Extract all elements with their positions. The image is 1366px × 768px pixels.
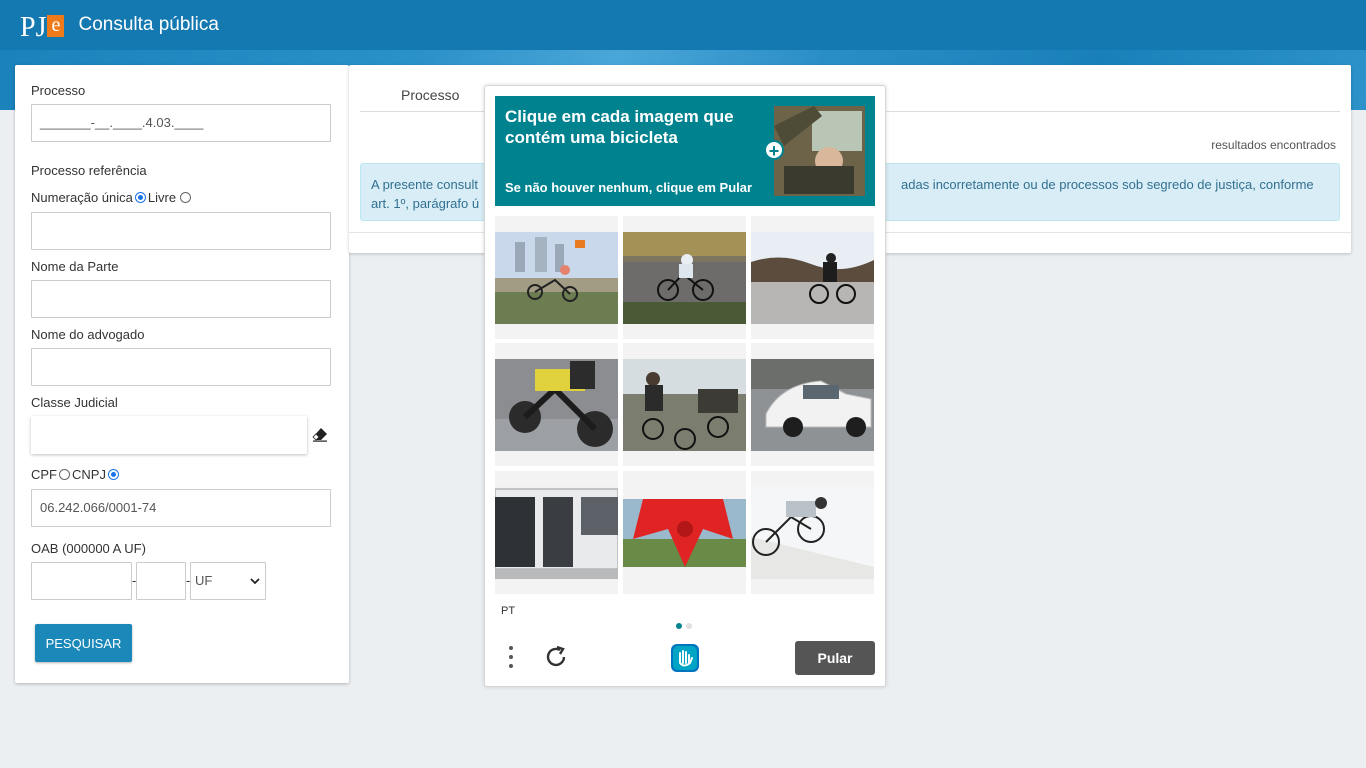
language-selector[interactable]: PT bbox=[501, 605, 515, 617]
eraser-icon[interactable] bbox=[312, 426, 328, 442]
captcha-example-image[interactable]: + bbox=[764, 106, 865, 196]
captcha-tile[interactable] bbox=[495, 471, 618, 594]
captcha-tile[interactable] bbox=[751, 343, 874, 466]
info-text-right: adas incorretamente ou de processos sob … bbox=[901, 177, 1314, 192]
captcha-prompt: Clique em cada imagem que contém uma bic… bbox=[505, 107, 734, 147]
example-picture bbox=[774, 106, 865, 196]
top-bar: PJ e Consulta pública bbox=[0, 0, 1366, 50]
refresh-icon[interactable] bbox=[543, 644, 569, 670]
logo-text: PJ bbox=[20, 12, 47, 43]
page-dot-active bbox=[676, 623, 682, 629]
captcha-hint: Se não houver nenhum, clique em Pular bbox=[505, 180, 753, 195]
captcha-header: Clique em cada imagem que contém uma bic… bbox=[495, 96, 875, 206]
tile-image bbox=[623, 499, 746, 567]
oab-label: OAB (000000 A UF) bbox=[31, 541, 146, 556]
oab-number-input[interactable] bbox=[31, 562, 132, 600]
tile-image bbox=[751, 487, 874, 579]
classe-label: Classe Judicial bbox=[31, 395, 118, 410]
cpf-label: CPF bbox=[31, 467, 57, 482]
cnpj-label: CNPJ bbox=[72, 467, 106, 482]
chevron-down-icon bbox=[250, 578, 260, 585]
tile-image bbox=[623, 232, 746, 324]
results-count: resultados encontrados bbox=[1211, 138, 1336, 152]
uf-selected-value: UF bbox=[195, 573, 213, 588]
logo-e: e bbox=[47, 15, 65, 37]
captcha-tile[interactable] bbox=[623, 471, 746, 594]
search-button[interactable]: PESQUISAR bbox=[35, 624, 132, 662]
doc-type-radio-group: CPF CNPJ bbox=[31, 467, 121, 482]
app-title: Consulta pública bbox=[78, 14, 219, 35]
tab-processo[interactable]: Processo bbox=[401, 87, 459, 103]
livre-label: Livre bbox=[147, 190, 177, 205]
tile-image bbox=[495, 487, 618, 579]
tile-image bbox=[751, 232, 874, 324]
nome-parte-label: Nome da Parte bbox=[31, 259, 119, 274]
livre-radio[interactable] bbox=[180, 192, 192, 203]
plus-icon: + bbox=[764, 140, 784, 161]
search-form-panel: Processo _______-__.____.4.03.____ Proce… bbox=[15, 65, 349, 683]
captcha-tile[interactable] bbox=[751, 216, 874, 339]
captcha-tile[interactable] bbox=[751, 471, 874, 594]
captcha-tile[interactable] bbox=[495, 343, 618, 466]
tile-image bbox=[495, 232, 618, 324]
pagination-dots bbox=[676, 616, 696, 634]
cnpj-radio[interactable] bbox=[107, 469, 119, 480]
captcha-tile[interactable] bbox=[495, 216, 618, 339]
page-dot bbox=[686, 623, 692, 629]
pje-logo[interactable]: PJ e bbox=[20, 7, 65, 43]
tile-image bbox=[623, 359, 746, 451]
captcha-tile[interactable] bbox=[623, 343, 746, 466]
numeracao-unica-radio[interactable] bbox=[134, 192, 146, 203]
hcaptcha-logo-icon[interactable] bbox=[668, 641, 702, 675]
captcha-challenge: Clique em cada imagem que contém uma bic… bbox=[484, 85, 886, 687]
menu-icon[interactable] bbox=[507, 646, 515, 672]
nome-advogado-label: Nome do advogado bbox=[31, 327, 145, 342]
processo-label: Processo bbox=[31, 83, 86, 98]
processo-input[interactable]: _______-__.____.4.03.____ bbox=[31, 104, 331, 142]
nome-parte-input[interactable] bbox=[31, 280, 331, 318]
cpf-radio[interactable] bbox=[59, 469, 70, 480]
skip-button[interactable]: Pular bbox=[795, 641, 875, 675]
info-text-left: A presente consult art. 1º, parágrafo ú bbox=[371, 177, 480, 211]
oab-letter-input[interactable] bbox=[136, 562, 186, 600]
nome-advogado-input[interactable] bbox=[31, 348, 331, 386]
numeracao-unica-label: Numeração única bbox=[31, 190, 133, 205]
captcha-tile[interactable] bbox=[623, 216, 746, 339]
document-input[interactable]: 06.242.066/0001-74 bbox=[31, 489, 331, 527]
classe-input[interactable] bbox=[31, 416, 307, 454]
uf-select[interactable]: UF bbox=[190, 562, 266, 600]
processo-ref-input[interactable] bbox=[31, 212, 331, 250]
processo-ref-label: Processo referência bbox=[31, 163, 147, 178]
tile-image bbox=[495, 359, 618, 451]
tile-image bbox=[751, 359, 874, 451]
numeracao-radio-group: Numeração única Livre bbox=[31, 190, 193, 205]
